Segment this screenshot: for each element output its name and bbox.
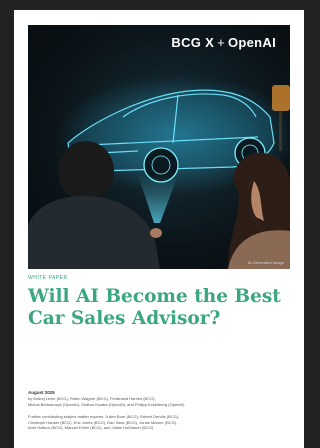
publication-date: August 2025: [28, 390, 55, 395]
contributor-line: Amir Hafson (BCG), Manuel Ehrlin (BCG), …: [28, 425, 154, 430]
bcgx-logo-text: BCG X: [171, 35, 215, 50]
logo-separator: +: [217, 35, 225, 50]
hologram-car-illustration: [28, 75, 290, 269]
document-page: BCG X + OpenAI AI-Generated Image WHITE PA…: [14, 10, 304, 448]
document-title: Will AI Become the Best Car Sales Adviso…: [28, 286, 281, 329]
author-list: by Andrej Levin (BCG), Robin Wagner (BCG…: [28, 396, 290, 407]
brand-logo: BCG X + OpenAI: [171, 35, 276, 50]
cover-image: BCG X + OpenAI AI-Generated Image: [28, 25, 290, 269]
contributor-list: Further contributing subject matter expe…: [28, 414, 290, 431]
image-caption: AI-Generated Image: [247, 260, 284, 265]
author-line: Michal Bednarczyk (OpenAI), Sridhar Kwat…: [28, 401, 185, 407]
document-type-label: WHITE PAPER: [28, 275, 68, 281]
openai-logo-text: OpenAI: [227, 35, 276, 50]
